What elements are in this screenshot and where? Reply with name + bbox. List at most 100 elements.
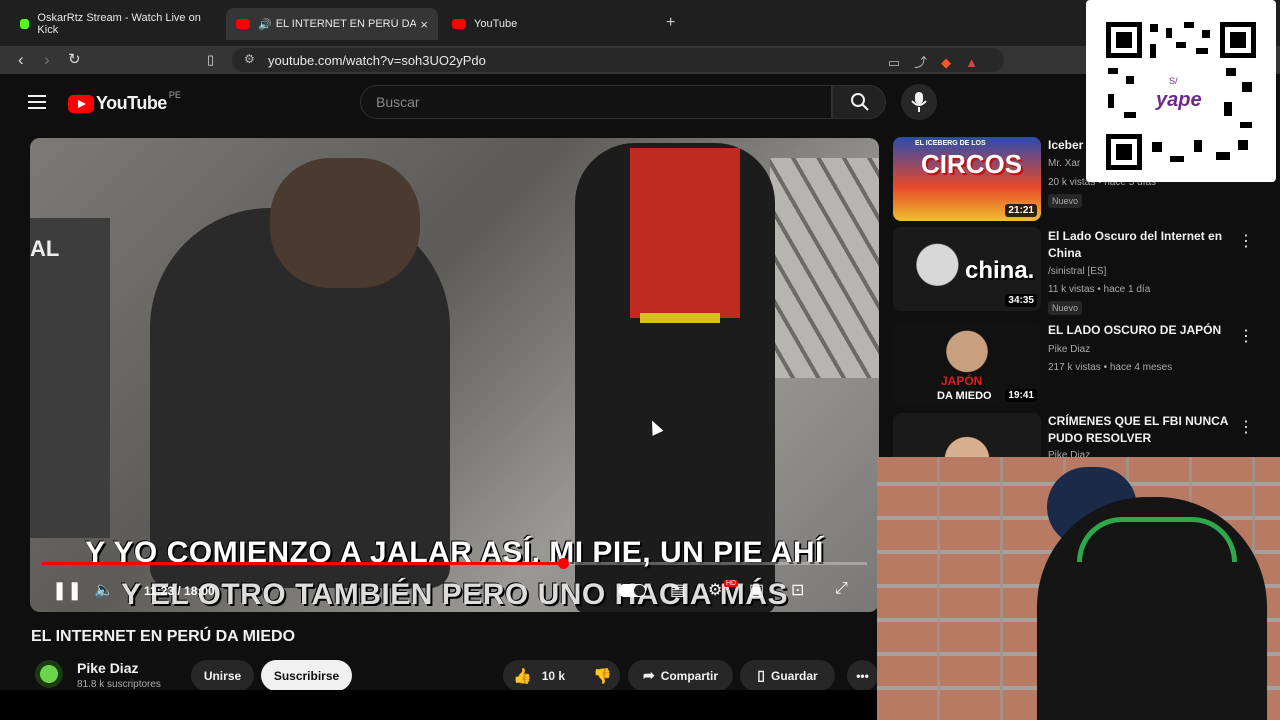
- new-badge: Nuevo: [1048, 194, 1083, 208]
- save-button[interactable]: ▯ Guardar: [740, 660, 835, 691]
- youtube-logo[interactable]: YouTube PE: [68, 89, 181, 114]
- speaker-icon: 🔊: [258, 18, 272, 31]
- search-button[interactable]: [832, 85, 886, 119]
- recommended-title: CRÍMENES QUE EL FBI NUNCA PUDO RESOLVER: [1048, 414, 1229, 445]
- video-player[interactable]: AL Y YO COMIENZO A JALAR ASÍ. MI PIE, UN…: [30, 138, 879, 612]
- tab-kick[interactable]: OskarRtz Stream - Watch Live on Kick: [10, 8, 224, 40]
- logo-text: YouTube: [96, 93, 167, 113]
- video-frame-window: [770, 158, 879, 378]
- subtitles-icon[interactable]: ▤: [670, 580, 685, 600]
- headphones-icon: [1077, 517, 1237, 562]
- site-info-icon[interactable]: ⚙: [244, 52, 255, 66]
- video-duration: 34:35: [1005, 294, 1037, 307]
- tab-label: YouTube: [474, 18, 518, 30]
- qr-currency: S/: [1169, 76, 1178, 86]
- video-frame-hair: [270, 158, 420, 288]
- more-vertical-icon[interactable]: ⋮: [1238, 231, 1254, 251]
- url-text: youtube.com/watch?v=soh3UO2yPdo: [268, 53, 486, 68]
- address-bar-actions[interactable]: ▭⤴◆▲: [888, 52, 992, 71]
- country-code: PE: [168, 89, 181, 100]
- settings-icon[interactable]: ⚙: [708, 580, 722, 600]
- recommended-title: EL LADO OSCURO DE JAPÓN: [1048, 323, 1222, 337]
- miniplayer-icon[interactable]: ▣: [749, 580, 764, 600]
- save-label: Guardar: [771, 668, 818, 683]
- voice-search-button[interactable]: [901, 84, 937, 120]
- new-tab-button[interactable]: +: [666, 14, 675, 32]
- search-icon: [851, 93, 869, 111]
- time-display: 11:23 / 18:00: [144, 584, 215, 598]
- share-label: Compartir: [660, 668, 719, 683]
- fullscreen-icon[interactable]: ⤢: [835, 580, 848, 598]
- progress-fill: [42, 562, 564, 565]
- qr-brand: yape: [1155, 89, 1202, 111]
- recommended-channel: /sinistral [ES]: [1048, 266, 1107, 277]
- thumbnail-text: JAPÓN: [941, 374, 983, 388]
- bookmark-icon[interactable]: ▯: [207, 50, 214, 70]
- save-icon: ▯: [757, 667, 766, 683]
- video-thumbnail[interactable]: EL ICEBERG DE LOS CIRCOS 21:21: [893, 137, 1041, 221]
- more-actions-button[interactable]: •••: [847, 660, 878, 691]
- search-box: [360, 85, 832, 119]
- video-thumbnail[interactable]: JAPÓN DA MIEDO 19:41: [893, 322, 1041, 406]
- search-input[interactable]: [374, 93, 818, 111]
- url-field[interactable]: ⚙ youtube.com/watch?v=soh3UO2yPdo ▭⤴◆▲: [232, 48, 1004, 72]
- tab-label: EL INTERNET EN PERÚ DA MI: [275, 18, 416, 30]
- video-frame-red-shirt: [630, 148, 740, 318]
- video-duration: 19:41: [1005, 389, 1037, 402]
- recommended-video[interactable]: JAPÓN DA MIEDO 19:41 EL LADO OSCURO DE J…: [893, 322, 1273, 407]
- close-tab-icon[interactable]: ×: [420, 17, 428, 32]
- thumbs-down-icon[interactable]: 👎: [593, 667, 612, 685]
- youtube-icon: [452, 19, 466, 29]
- recommended-meta: 11 k vistas • hace 1 día: [1048, 284, 1151, 295]
- join-button[interactable]: Unirse: [191, 660, 254, 691]
- qr-code-icon: S/ yape: [1106, 22, 1256, 170]
- microphone-icon: [911, 92, 927, 112]
- back-icon[interactable]: ‹: [18, 50, 24, 70]
- thumbnail-text: DA MIEDO: [937, 390, 992, 402]
- brave-shield-icon[interactable]: ◆: [941, 55, 965, 70]
- cast-icon[interactable]: ⊡: [791, 580, 804, 600]
- video-frame-shirt-band: [640, 313, 720, 323]
- forward-icon[interactable]: ›: [44, 50, 50, 70]
- autoplay-toggle[interactable]: [618, 584, 646, 597]
- reload-icon[interactable]: ↻: [68, 50, 81, 70]
- video-overlay-text: AL: [30, 236, 60, 261]
- more-horizontal-icon: •••: [856, 668, 869, 683]
- share-icon: ➦: [642, 667, 655, 683]
- video-title: EL INTERNET EN PERÚ DA MIEDO: [31, 628, 296, 645]
- thumbnail-text: EL ICEBERG DE LOS: [915, 140, 986, 147]
- pause-icon[interactable]: ❚❚: [52, 580, 82, 601]
- recommended-title: El Lado Oscuro del Internet en China: [1048, 229, 1223, 260]
- youtube-icon: [236, 19, 250, 29]
- share-button[interactable]: ➦ Compartir: [628, 660, 733, 691]
- bottom-bar: [0, 690, 877, 720]
- recommended-channel: Pike Diaz: [1048, 344, 1091, 355]
- youtube-play-icon: [68, 94, 94, 113]
- recommended-channel: Mr. Xar: [1048, 158, 1081, 169]
- subscribe-button[interactable]: Suscribirse: [261, 660, 352, 691]
- like-count: 10 k: [541, 668, 566, 683]
- kick-icon: [20, 19, 30, 29]
- new-badge: Nuevo: [1048, 301, 1083, 315]
- channel-avatar[interactable]: [35, 660, 63, 688]
- more-vertical-icon[interactable]: ⋮: [1238, 417, 1254, 437]
- recommended-video[interactable]: china. 34:35 El Lado Oscuro del Internet…: [893, 227, 1273, 315]
- recommended-meta: 217 k vistas • hace 4 meses: [1048, 362, 1173, 373]
- progress-bar[interactable]: [42, 558, 867, 569]
- channel-name[interactable]: Pike Diaz: [77, 660, 138, 676]
- video-duration: 21:21: [1005, 204, 1037, 217]
- tab-youtube[interactable]: YouTube: [442, 8, 654, 40]
- video-frame-left-figure: [30, 218, 110, 538]
- yape-qr-code: S/ yape: [1086, 0, 1276, 182]
- tab-current-video[interactable]: 🔊 EL INTERNET EN PERÚ DA MI ×: [226, 8, 438, 40]
- menu-icon[interactable]: [28, 95, 46, 109]
- tab-label: OskarRtz Stream - Watch Live on Kick: [37, 12, 201, 36]
- more-vertical-icon[interactable]: ⋮: [1238, 326, 1254, 346]
- rewards-icon[interactable]: ▲: [965, 55, 992, 70]
- thumbs-up-icon: 👍: [513, 667, 532, 685]
- volume-icon[interactable]: 🔈: [94, 580, 114, 600]
- video-thumbnail[interactable]: china. 34:35: [893, 227, 1041, 311]
- thumbnail-text: CIRCOS: [921, 149, 1023, 179]
- like-button[interactable]: 👍 10 k 👎: [503, 660, 620, 691]
- streamer-webcam: [877, 457, 1280, 720]
